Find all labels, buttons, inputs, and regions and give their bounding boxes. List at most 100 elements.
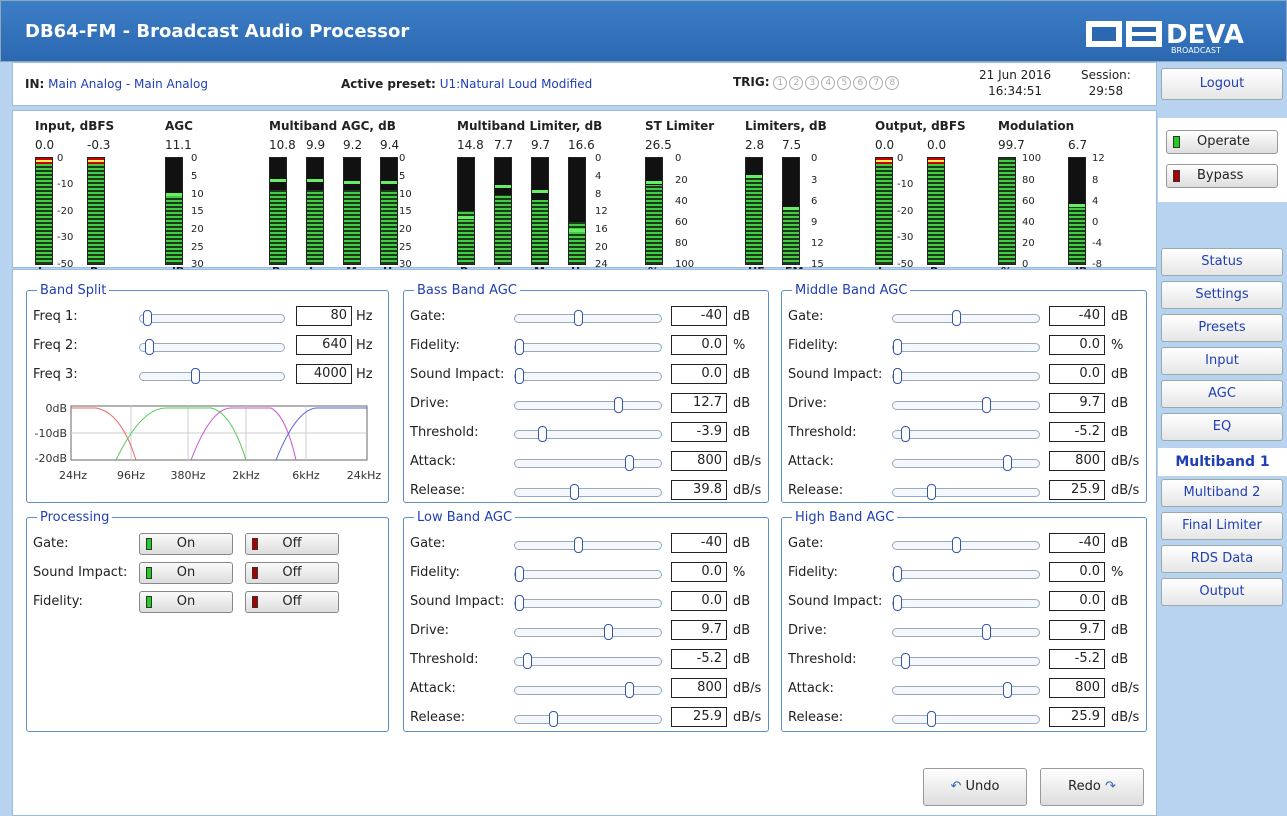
slider-thumb[interactable] <box>515 339 524 355</box>
param-value-field[interactable]: 0.0 <box>1049 335 1105 355</box>
slider-track[interactable] <box>514 397 662 413</box>
param-value-field[interactable]: 9.7 <box>1049 393 1105 413</box>
param-value-field[interactable]: -3.9 <box>671 422 727 442</box>
slider-track[interactable] <box>892 397 1040 413</box>
slider-thumb[interactable] <box>538 426 548 442</box>
param-value-field[interactable]: 0.0 <box>671 335 727 355</box>
param-value-field[interactable]: -40 <box>671 306 727 326</box>
slider-track[interactable] <box>139 310 285 326</box>
param-value-field[interactable]: 25.9 <box>671 707 727 727</box>
slider-thumb[interactable] <box>613 397 623 413</box>
param-value-field[interactable]: -5.2 <box>671 649 727 669</box>
slider-track[interactable] <box>892 566 1040 582</box>
slider-track[interactable] <box>892 711 1040 727</box>
operate-button[interactable]: Operate <box>1166 130 1278 154</box>
slider-thumb[interactable] <box>569 484 579 500</box>
param-value-field[interactable]: 4000 <box>296 364 352 384</box>
slider-thumb[interactable] <box>1002 682 1012 698</box>
slider-thumb[interactable] <box>901 426 911 442</box>
slider-track[interactable] <box>892 682 1040 698</box>
undo-button[interactable]: ↶ Undo <box>923 768 1027 806</box>
slider-track[interactable] <box>892 426 1040 442</box>
slider-track[interactable] <box>892 368 1040 384</box>
param-value-field[interactable]: -5.2 <box>1049 422 1105 442</box>
param-value-field[interactable]: 39.8 <box>671 480 727 500</box>
slider-track[interactable] <box>139 339 285 355</box>
nav-presets[interactable]: Presets <box>1161 314 1283 342</box>
off-button[interactable]: Off <box>245 562 339 584</box>
slider-track[interactable] <box>514 624 662 640</box>
nav-multiband-2[interactable]: Multiband 2 <box>1161 479 1283 507</box>
slider-thumb[interactable] <box>893 566 902 582</box>
nav-eq[interactable]: EQ <box>1161 413 1283 441</box>
nav-multiband-1[interactable]: Multiband 1 <box>1158 448 1287 476</box>
slider-thumb[interactable] <box>515 566 524 582</box>
param-value-field[interactable]: 0.0 <box>1049 591 1105 611</box>
slider-track[interactable] <box>514 537 662 553</box>
param-value-field[interactable]: 0.0 <box>671 562 727 582</box>
slider-track[interactable] <box>514 595 662 611</box>
slider-track[interactable] <box>892 339 1040 355</box>
slider-thumb[interactable] <box>893 339 902 355</box>
param-value-field[interactable]: -40 <box>1049 306 1105 326</box>
slider-track[interactable] <box>514 566 662 582</box>
param-value-field[interactable]: 0.0 <box>671 591 727 611</box>
slider-thumb[interactable] <box>515 595 524 611</box>
slider-track[interactable] <box>892 484 1040 500</box>
param-value-field[interactable]: 9.7 <box>671 620 727 640</box>
param-value-field[interactable]: 800 <box>1049 451 1105 471</box>
slider-track[interactable] <box>892 455 1040 471</box>
nav-input[interactable]: Input <box>1161 347 1283 375</box>
slider-thumb[interactable] <box>549 711 559 727</box>
slider-track[interactable] <box>514 682 662 698</box>
slider-track[interactable] <box>514 455 662 471</box>
on-button[interactable]: On <box>139 591 233 613</box>
logout-button[interactable]: Logout <box>1161 68 1283 100</box>
slider-thumb[interactable] <box>927 484 937 500</box>
slider-track[interactable] <box>892 653 1040 669</box>
off-button[interactable]: Off <box>245 533 339 555</box>
slider-track[interactable] <box>514 310 662 326</box>
slider-thumb[interactable] <box>191 368 201 384</box>
slider-thumb[interactable] <box>523 653 533 669</box>
nav-agc[interactable]: AGC <box>1161 380 1283 408</box>
param-value-field[interactable]: -5.2 <box>1049 649 1105 669</box>
slider-thumb[interactable] <box>573 310 583 326</box>
off-button[interactable]: Off <box>245 591 339 613</box>
param-value-field[interactable]: 9.7 <box>1049 620 1105 640</box>
nav-rds-data[interactable]: RDS Data <box>1161 545 1283 573</box>
bypass-button[interactable]: Bypass <box>1166 164 1278 188</box>
slider-track[interactable] <box>514 426 662 442</box>
slider-track[interactable] <box>514 653 662 669</box>
param-value-field[interactable]: 25.9 <box>1049 707 1105 727</box>
slider-thumb[interactable] <box>927 711 937 727</box>
param-value-field[interactable]: 80 <box>296 306 352 326</box>
param-value-field[interactable]: 12.7 <box>671 393 727 413</box>
redo-button[interactable]: Redo ↷ <box>1040 768 1144 806</box>
slider-thumb[interactable] <box>142 310 152 326</box>
slider-thumb[interactable] <box>951 310 961 326</box>
param-value-field[interactable]: 800 <box>671 678 727 698</box>
param-value-field[interactable]: 0.0 <box>1049 364 1105 384</box>
param-value-field[interactable]: 0.0 <box>671 364 727 384</box>
slider-thumb[interactable] <box>893 595 902 611</box>
slider-track[interactable] <box>139 368 285 384</box>
nav-settings[interactable]: Settings <box>1161 281 1283 309</box>
slider-track[interactable] <box>892 537 1040 553</box>
param-value-field[interactable]: 640 <box>296 335 352 355</box>
on-button[interactable]: On <box>139 562 233 584</box>
param-value-field[interactable]: -40 <box>1049 533 1105 553</box>
slider-track[interactable] <box>892 624 1040 640</box>
param-value-field[interactable]: 0.0 <box>1049 562 1105 582</box>
slider-thumb[interactable] <box>624 682 634 698</box>
slider-track[interactable] <box>514 711 662 727</box>
nav-status[interactable]: Status <box>1161 248 1283 276</box>
slider-thumb[interactable] <box>573 537 583 553</box>
slider-thumb[interactable] <box>624 455 634 471</box>
slider-track[interactable] <box>514 368 662 384</box>
slider-track[interactable] <box>892 310 1040 326</box>
nav-output[interactable]: Output <box>1161 578 1283 606</box>
slider-thumb[interactable] <box>982 397 992 413</box>
slider-thumb[interactable] <box>1002 455 1012 471</box>
param-value-field[interactable]: 800 <box>671 451 727 471</box>
